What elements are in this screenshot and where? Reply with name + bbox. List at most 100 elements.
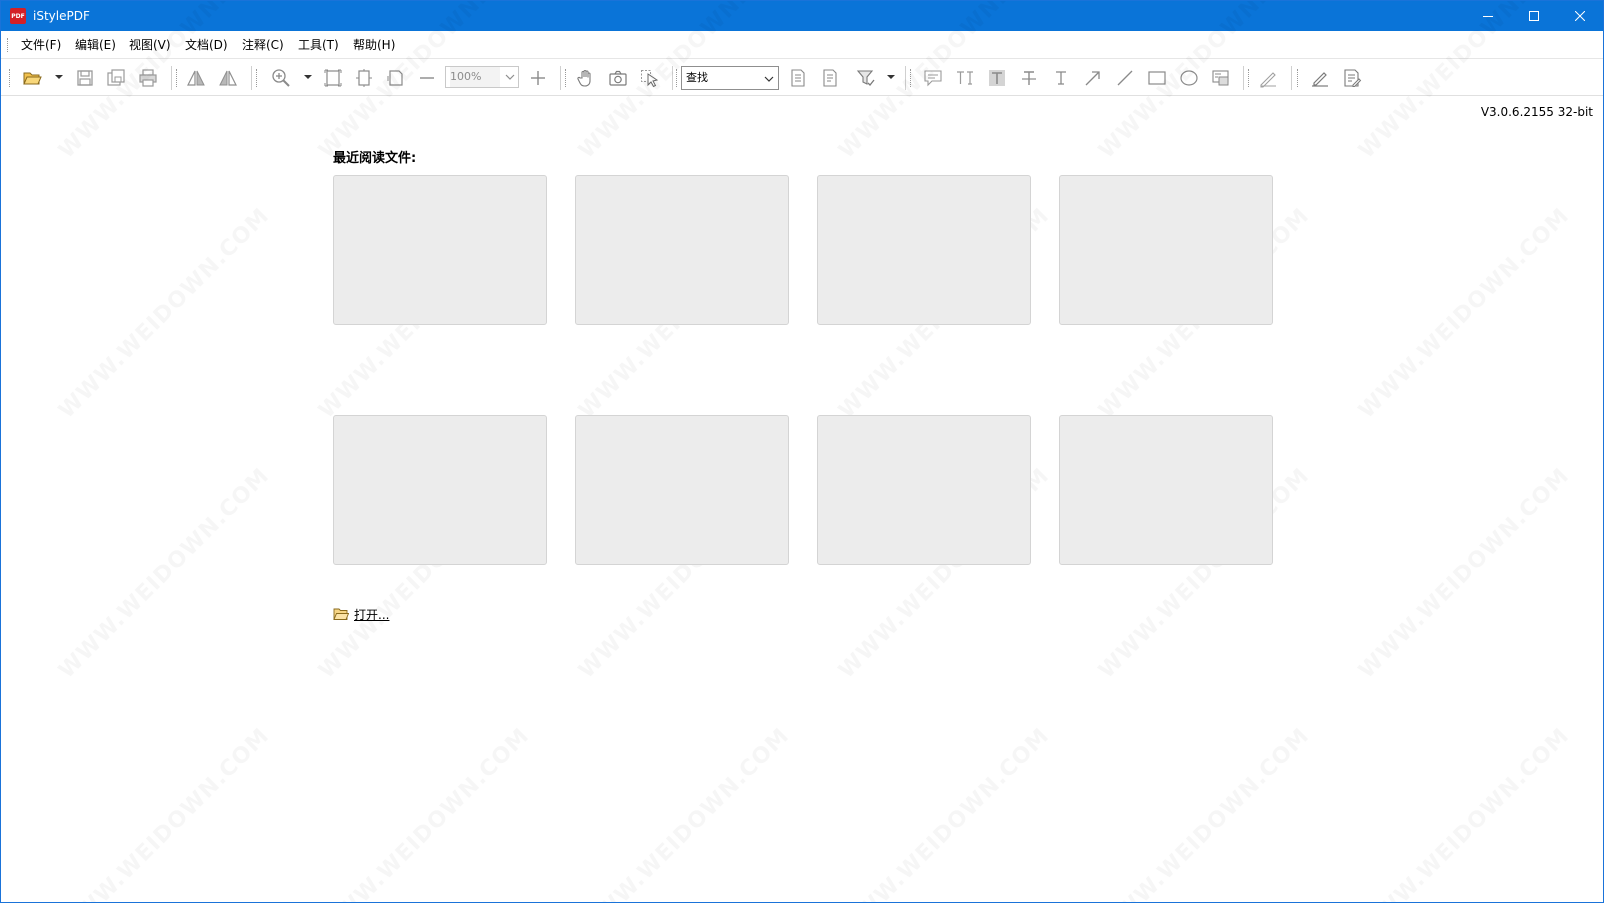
- watermark-text: WWW.WEIDOWN.COM: [1354, 203, 1574, 423]
- edit-pen-button[interactable]: [1308, 66, 1332, 90]
- line-tool-button[interactable]: [1113, 66, 1137, 90]
- toolbar-grip[interactable]: [910, 69, 912, 87]
- zoom-plus-button[interactable]: [526, 66, 550, 90]
- plus-icon: [531, 71, 545, 85]
- menu-edit[interactable]: 编辑(E): [73, 31, 118, 59]
- camera-icon: [609, 70, 627, 86]
- close-button[interactable]: [1557, 1, 1603, 31]
- strikethrough-icon: [1022, 71, 1036, 85]
- menu-grip[interactable]: [7, 38, 9, 52]
- fit-page-button[interactable]: [321, 66, 345, 90]
- toolbar-separator: [1243, 66, 1244, 90]
- menu-comment[interactable]: 注释(C): [240, 31, 286, 59]
- minimize-button[interactable]: [1465, 1, 1511, 31]
- document-properties-button[interactable]: [1340, 66, 1364, 90]
- toolbar-separator: [672, 66, 673, 90]
- snapshot-button[interactable]: [606, 66, 630, 90]
- zoom-level-value[interactable]: 100%: [450, 67, 500, 87]
- title-bar[interactable]: PDF iStylePDF: [1, 1, 1603, 31]
- text-tool-icon: [1056, 71, 1066, 85]
- printer-icon: [139, 69, 157, 87]
- strikeout-text-button[interactable]: [1017, 66, 1041, 90]
- filter-icon: [856, 70, 875, 86]
- rotate-right-icon: [219, 70, 237, 86]
- watermark-text: WWW.WEIDOWN.COM: [54, 723, 274, 902]
- sign-button[interactable]: [1256, 66, 1280, 90]
- hand-tool-button[interactable]: [574, 66, 598, 90]
- minus-icon: [420, 77, 434, 79]
- stamp-tool-button[interactable]: [1209, 66, 1233, 90]
- arrow-tool-button[interactable]: [1081, 66, 1105, 90]
- zoom-in-button[interactable]: [269, 66, 293, 90]
- toolbar-grip[interactable]: [1297, 69, 1299, 87]
- toolbar-grip[interactable]: [565, 69, 567, 87]
- find-previous-button[interactable]: [786, 66, 810, 90]
- recent-file-thumbnail[interactable]: [333, 415, 547, 565]
- chevron-down-icon[interactable]: [505, 73, 515, 81]
- toolbar-separator: [171, 66, 172, 90]
- toolbar-grip[interactable]: [676, 69, 678, 87]
- open-file-link[interactable]: 打开...: [333, 605, 389, 623]
- menu-document[interactable]: 文档(D): [183, 31, 230, 59]
- rotate-right-button[interactable]: [216, 66, 240, 90]
- recent-file-thumbnail[interactable]: [817, 175, 1031, 325]
- text-select-button[interactable]: [953, 66, 977, 90]
- maximize-button[interactable]: [1511, 1, 1557, 31]
- ellipse-tool-button[interactable]: [1177, 66, 1201, 90]
- underline-text-button[interactable]: [1049, 66, 1073, 90]
- open-dropdown-icon[interactable]: [55, 73, 63, 81]
- recent-file-thumbnail[interactable]: [817, 415, 1031, 565]
- find-next-button[interactable]: [818, 66, 842, 90]
- minimize-icon: [1483, 16, 1493, 17]
- open-file-button[interactable]: [20, 66, 44, 90]
- zoom-in-icon: [272, 69, 290, 87]
- watermark-text: WWW.WEIDOWN.COM: [574, 723, 794, 902]
- zoom-out-button[interactable]: [415, 66, 439, 90]
- app-logo-text: PDF: [11, 13, 25, 20]
- menu-view[interactable]: 视图(V): [127, 31, 173, 59]
- menu-bar: 文件(F) 编辑(E) 视图(V) 文档(D) 注释(C) 工具(T) 帮助(H…: [1, 31, 1603, 59]
- highlight-text-button[interactable]: [985, 66, 1009, 90]
- menu-file[interactable]: 文件(F): [19, 31, 63, 59]
- recent-file-thumbnail[interactable]: [1059, 175, 1273, 325]
- watermark-text: WWW.WEIDOWN.COM: [54, 203, 274, 423]
- find-combo[interactable]: 查找: [681, 66, 779, 90]
- rotate-left-button[interactable]: [184, 66, 208, 90]
- actual-size-button[interactable]: [384, 66, 408, 90]
- app-window: PDF iStylePDF 文件(F) 编辑(E) 视图(V) 文档(D) 注释…: [0, 0, 1604, 903]
- toolbar-separator: [1291, 66, 1292, 90]
- rectangle-tool-button[interactable]: [1145, 66, 1169, 90]
- recent-file-thumbnail[interactable]: [575, 175, 789, 325]
- toolbar-grip[interactable]: [256, 69, 258, 87]
- toolbar-grip[interactable]: [9, 69, 11, 87]
- toolbar-separator: [560, 66, 561, 90]
- open-file-label[interactable]: 打开...: [354, 606, 389, 623]
- find-options-button[interactable]: [854, 66, 878, 90]
- maximize-icon: [1529, 11, 1539, 21]
- zoom-dropdown-icon[interactable]: [304, 73, 312, 81]
- note-comment-button[interactable]: [921, 66, 945, 90]
- recent-file-thumbnail[interactable]: [1059, 415, 1273, 565]
- save-as-icon: [107, 69, 125, 86]
- fit-width-button[interactable]: [352, 66, 376, 90]
- select-tool-button[interactable]: [638, 66, 662, 90]
- save-as-button[interactable]: [104, 66, 128, 90]
- menu-tools[interactable]: 工具(T): [296, 31, 341, 59]
- zoom-level-combo[interactable]: 100%: [445, 66, 519, 88]
- recent-file-thumbnail[interactable]: [333, 175, 547, 325]
- filter-dropdown-icon[interactable]: [887, 73, 895, 81]
- hand-icon: [577, 69, 591, 87]
- recent-file-thumbnail[interactable]: [575, 415, 789, 565]
- fit-width-icon: [356, 69, 372, 87]
- menu-help[interactable]: 帮助(H): [351, 31, 397, 59]
- toolbar-grip[interactable]: [176, 69, 178, 87]
- find-input[interactable]: 查找: [686, 67, 708, 89]
- save-button[interactable]: [73, 66, 97, 90]
- toolbar-grip[interactable]: [1248, 69, 1250, 87]
- ellipse-icon: [1180, 70, 1198, 86]
- select-cursor-icon: [641, 70, 659, 88]
- chevron-down-icon[interactable]: [764, 75, 774, 83]
- print-button[interactable]: [136, 66, 160, 90]
- fit-page-icon: [324, 69, 342, 87]
- open-folder-icon: [23, 72, 42, 85]
